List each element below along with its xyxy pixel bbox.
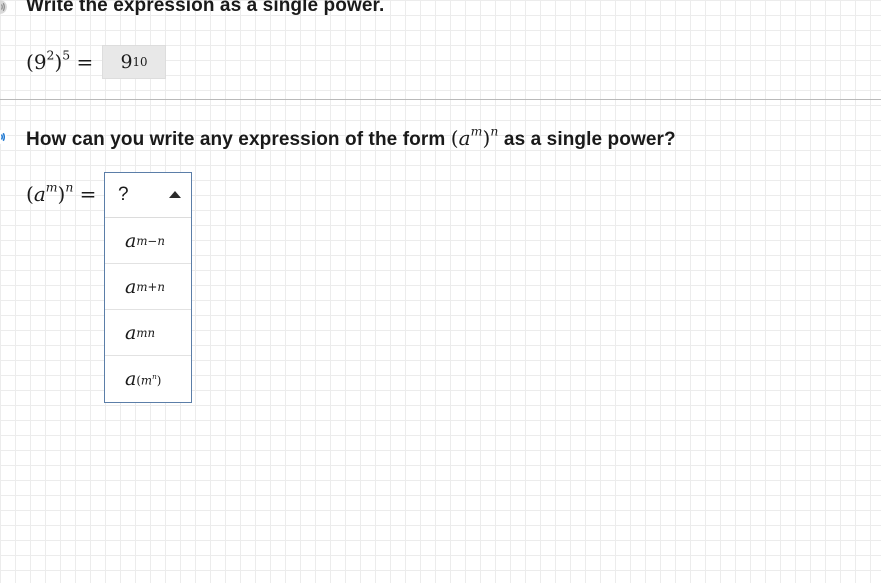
- question-2-prompt: How can you write any expression of the …: [26, 123, 676, 151]
- dropdown-option-m-minus-n[interactable]: a m−n: [105, 218, 191, 264]
- dropdown-option-mn[interactable]: a mn: [105, 310, 191, 356]
- question-2-expression: (am)n =: [26, 179, 97, 206]
- caret-up-icon[interactable]: [169, 191, 181, 198]
- prompt-text-after: as a single power?: [503, 129, 676, 150]
- prompt-math: (am)n: [450, 123, 499, 150]
- audio-icon[interactable]: [0, 130, 7, 144]
- speaker-icon: [0, 130, 7, 144]
- dropdown-option-m-to-n[interactable]: a (mn): [105, 356, 191, 402]
- dropdown-selected[interactable]: ?: [105, 173, 191, 218]
- dropdown-option-m-plus-n[interactable]: a m+n: [105, 264, 191, 310]
- dropdown-selected-value: ?: [118, 184, 129, 205]
- question-1-answer-box: 9 10: [102, 45, 166, 79]
- prompt-text-before: How can you write any expression of the …: [26, 129, 446, 150]
- question-1-expression: (92)5 =: [26, 47, 94, 74]
- speaker-icon: [0, 0, 7, 14]
- answer-dropdown[interactable]: ? a m−n a m+n a mn a (mn): [104, 172, 192, 403]
- question-1-prompt: Write the expression as a single power.: [26, 0, 385, 16]
- section-divider: [0, 99, 881, 100]
- audio-icon[interactable]: [0, 0, 7, 14]
